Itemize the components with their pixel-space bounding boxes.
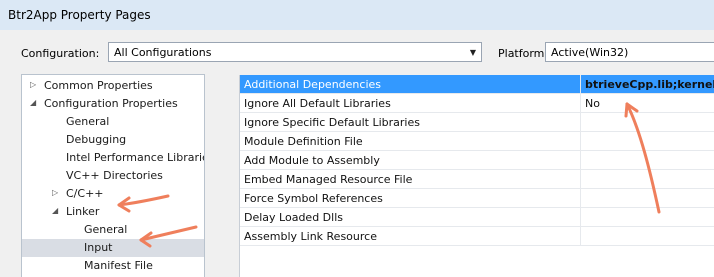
expand-arrow-icon[interactable]: ▷ [30,80,36,89]
tree-item-label: Manifest File [84,259,153,272]
configuration-value: All Configurations [114,46,212,59]
property-pages-dialog: Configuration: All Configurations ▼ Plat… [0,30,714,277]
tree-item-label: Linker [66,205,100,218]
expand-arrow-icon[interactable]: ▷ [52,188,58,197]
tree-item-label: Debugging [66,133,127,146]
property-name: Embed Managed Resource File [244,173,413,186]
property-row-assembly-link-resource[interactable]: Assembly Link Resource [240,227,714,246]
property-name: Assembly Link Resource [244,230,377,243]
column-divider [580,227,581,246]
property-name: Additional Dependencies [244,78,382,91]
tree-item-c-cpp[interactable]: ▷ C/C++ [22,185,204,203]
property-name: Delay Loaded Dlls [244,211,343,224]
chevron-down-icon: ▼ [469,48,476,57]
configuration-select[interactable]: All Configurations ▼ [108,42,482,62]
tree-item-label: VC++ Directories [66,169,163,182]
platform-select[interactable]: Active(Win32) [545,42,714,62]
column-divider [580,170,581,189]
configuration-label: Configuration: [21,47,100,60]
column-divider [580,189,581,208]
column-divider [580,132,581,151]
property-name: Ignore All Default Libraries [244,97,391,110]
tree-item-label: Intel Performance Libraries [66,151,204,164]
property-row-additional-dependencies[interactable]: Additional Dependencies btrieveCpp.lib;k… [240,75,714,94]
property-name: Force Symbol References [244,192,383,205]
window-title: Btr2App Property Pages [8,8,151,22]
property-row-add-module-to-assembly[interactable]: Add Module to Assembly [240,151,714,170]
property-value[interactable]: No [585,97,714,110]
column-divider [580,208,581,227]
tree-item-label: C/C++ [66,187,104,200]
collapse-arrow-icon[interactable]: ◢ [30,98,36,107]
property-name: Ignore Specific Default Libraries [244,116,420,129]
property-value[interactable]: btrieveCpp.lib;kernel32 [585,78,714,91]
configuration-bar: Configuration: All Configurations ▼ Plat… [0,30,714,70]
property-row-embed-managed-resource-file[interactable]: Embed Managed Resource File [240,170,714,189]
tree-item-configuration-properties[interactable]: ◢ Configuration Properties [22,95,204,113]
property-row-module-definition-file[interactable]: Module Definition File [240,132,714,151]
property-row-ignore-all-default-libraries[interactable]: Ignore All Default Libraries No [240,94,714,113]
window-title-bar: Btr2App Property Pages [0,0,714,30]
tree-item-label: General [84,223,128,236]
tree-item-label: Input [84,241,113,254]
platform-value: Active(Win32) [551,46,629,59]
tree-item-label: Common Properties [44,79,153,92]
property-row-ignore-specific-default-libraries[interactable]: Ignore Specific Default Libraries [240,113,714,132]
tree-item-label: Configuration Properties [44,97,178,110]
tree-item-common-properties[interactable]: ▷ Common Properties [22,77,204,95]
property-name: Module Definition File [244,135,363,148]
tree-item-label: General [66,115,110,128]
tree-item-linker-input[interactable]: Input [22,239,204,257]
tree-item-general[interactable]: General [22,113,204,131]
column-divider [580,75,581,94]
column-divider [580,151,581,170]
column-divider [580,94,581,113]
column-divider [580,113,581,132]
collapse-arrow-icon[interactable]: ◢ [52,206,58,215]
property-name: Add Module to Assembly [244,154,380,167]
tree-item-debugging[interactable]: Debugging [22,131,204,149]
tree-item-linker-manifest-file[interactable]: Manifest File [22,257,204,275]
tree-item-linker-general[interactable]: General [22,221,204,239]
tree-item-intel-performance-libraries[interactable]: Intel Performance Libraries [22,149,204,167]
platform-label: Platform: [498,47,549,60]
tree-item-linker[interactable]: ◢ Linker [22,203,204,221]
property-tree: ▷ Common Properties ◢ Configuration Prop… [21,74,205,277]
property-row-force-symbol-references[interactable]: Force Symbol References [240,189,714,208]
property-row-delay-loaded-dlls[interactable]: Delay Loaded Dlls [240,208,714,227]
tree-item-vc-directories[interactable]: VC++ Directories [22,167,204,185]
property-grid: Additional Dependencies btrieveCpp.lib;k… [239,75,714,277]
